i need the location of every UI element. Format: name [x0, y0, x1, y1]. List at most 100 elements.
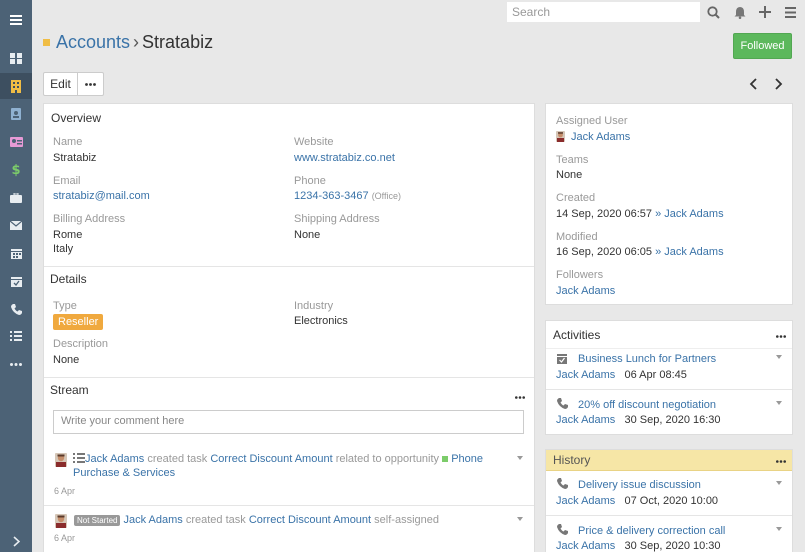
- history-title: History: [553, 453, 591, 467]
- stream-menu-icon[interactable]: [515, 388, 525, 402]
- breadcrumb-accounts-link[interactable]: Accounts: [56, 32, 130, 52]
- stream-entry-date: 6 Apr: [54, 486, 76, 496]
- stream-action-text: created task: [147, 453, 208, 465]
- menu-icon[interactable]: [782, 4, 798, 20]
- stream-task-link[interactable]: Correct Discount Amount: [210, 453, 332, 465]
- more-actions-button[interactable]: [77, 72, 104, 96]
- briefcase-icon[interactable]: [0, 185, 32, 211]
- overview-title: Overview: [51, 111, 102, 125]
- website-label: Website: [294, 136, 334, 148]
- contact-card-icon[interactable]: [0, 101, 32, 127]
- stream-entry-date: 6 Apr: [54, 533, 76, 543]
- overview-header: Overview: [44, 104, 534, 132]
- phone-icon: [557, 478, 568, 492]
- comment-input[interactable]: [53, 410, 524, 434]
- calendar-icon[interactable]: [0, 240, 32, 266]
- divider: [44, 266, 534, 267]
- created-by-link[interactable]: » Jack Adams: [655, 208, 723, 220]
- next-record-button[interactable]: [772, 76, 786, 92]
- billing-address-country: Italy: [53, 243, 74, 255]
- dashboard-icon[interactable]: [0, 45, 32, 71]
- followed-button[interactable]: Followed: [733, 33, 792, 59]
- activity-user-link[interactable]: Jack Adams: [556, 414, 615, 426]
- lead-card-icon[interactable]: [0, 129, 32, 155]
- history-date: 07 Oct, 2020 10:00: [624, 495, 719, 507]
- activity-title-link[interactable]: 20% off discount negotiation: [578, 399, 716, 411]
- activity-user-link[interactable]: Jack Adams: [556, 369, 615, 381]
- activity-dropdown-icon[interactable]: [776, 401, 782, 405]
- name-value: Stratabiz: [53, 152, 97, 164]
- stream-action-text: created task: [185, 514, 246, 526]
- bell-icon[interactable]: [732, 4, 748, 20]
- stream-user-link[interactable]: Jack Adams: [85, 453, 144, 465]
- assigned-user-link[interactable]: Jack Adams: [571, 131, 630, 143]
- email-link[interactable]: stratabiz@mail.com: [53, 190, 150, 202]
- stream-user-link[interactable]: Jack Adams: [123, 514, 182, 526]
- billing-address-city: Rome: [53, 229, 83, 241]
- phone-link[interactable]: 1234-363-3467: [294, 190, 369, 202]
- topbar: [32, 0, 805, 24]
- modified-by-link[interactable]: » Jack Adams: [655, 246, 723, 258]
- type-label: Type: [53, 300, 77, 312]
- history-menu-icon[interactable]: [776, 452, 786, 466]
- created-label: Created: [556, 192, 596, 204]
- activity-title-link[interactable]: Business Lunch for Partners: [578, 353, 716, 365]
- shipping-address-value: None: [294, 229, 321, 241]
- search-input[interactable]: [507, 2, 700, 22]
- history-date: 30 Sep, 2020 10:30: [624, 540, 721, 552]
- history-title-link[interactable]: Price & delivery correction call: [578, 525, 725, 537]
- modified-value: 16 Sep, 2020 06:05: [556, 246, 653, 258]
- activities-menu-icon[interactable]: [776, 327, 786, 341]
- stream-task-link[interactable]: Correct Discount Amount: [249, 514, 371, 526]
- stream-entry-dropdown-icon[interactable]: [517, 456, 523, 460]
- edit-button[interactable]: Edit: [43, 72, 78, 96]
- history-title-link[interactable]: Delivery issue discussion: [578, 479, 701, 491]
- hamburger-icon[interactable]: [0, 7, 32, 33]
- industry-label: Industry: [294, 300, 334, 312]
- search-icon[interactable]: [705, 4, 721, 20]
- history-meta: Jack Adams 07 Oct, 2020 10:00: [556, 495, 718, 507]
- dollar-icon[interactable]: $: [0, 157, 32, 183]
- phone-label: Phone: [294, 175, 326, 187]
- tasks-icon[interactable]: [0, 323, 32, 349]
- history-dropdown-icon[interactable]: [776, 527, 782, 531]
- type-badge: Reseller: [53, 314, 104, 330]
- chevron-left-icon: [749, 78, 757, 90]
- stream-entry-dropdown-icon[interactable]: [517, 517, 523, 521]
- email-label: Email: [53, 175, 81, 187]
- stream-title: Stream: [50, 383, 89, 397]
- history-user-link[interactable]: Jack Adams: [556, 495, 615, 507]
- activities-title: Activities: [553, 328, 601, 342]
- history-dropdown-icon[interactable]: [776, 481, 782, 485]
- phone-icon: [557, 524, 568, 538]
- building-icon[interactable]: [0, 73, 32, 99]
- avatar: [55, 453, 67, 467]
- divider: [44, 377, 534, 378]
- tasks-icon: [73, 453, 85, 463]
- billing-address-label: Billing Address: [53, 213, 126, 225]
- created-value: 14 Sep, 2020 06:57: [556, 208, 653, 220]
- envelope-icon[interactable]: [0, 212, 32, 238]
- calendar-icon: [557, 353, 567, 367]
- website-link[interactable]: www.stratabiz.co.net: [294, 152, 395, 164]
- teams-value: None: [556, 169, 583, 181]
- status-badge: Not Started: [74, 515, 121, 526]
- history-header: History: [546, 450, 792, 471]
- history-user-link[interactable]: Jack Adams: [556, 540, 615, 552]
- record-panel: Overview: [43, 103, 535, 552]
- divider: [546, 389, 792, 390]
- calendar-check-icon[interactable]: [0, 268, 32, 294]
- activity-dropdown-icon[interactable]: [776, 355, 782, 359]
- plus-icon[interactable]: [757, 4, 773, 20]
- modified-field: 16 Sep, 2020 06:05 » Jack Adams: [556, 246, 724, 258]
- phone-icon[interactable]: [0, 296, 32, 322]
- previous-record-button[interactable]: [746, 76, 760, 92]
- more-icon[interactable]: [0, 351, 32, 377]
- shipping-address-label: Shipping Address: [294, 213, 380, 225]
- chevron-right-icon[interactable]: [0, 528, 32, 552]
- opportunity-marker: [442, 456, 449, 462]
- description-value: None: [53, 354, 80, 366]
- stream-entry-text: Jack Adams created task Correct Discount…: [73, 452, 518, 480]
- phone-type: (Office): [371, 191, 402, 201]
- followers-link[interactable]: Jack Adams: [556, 285, 615, 297]
